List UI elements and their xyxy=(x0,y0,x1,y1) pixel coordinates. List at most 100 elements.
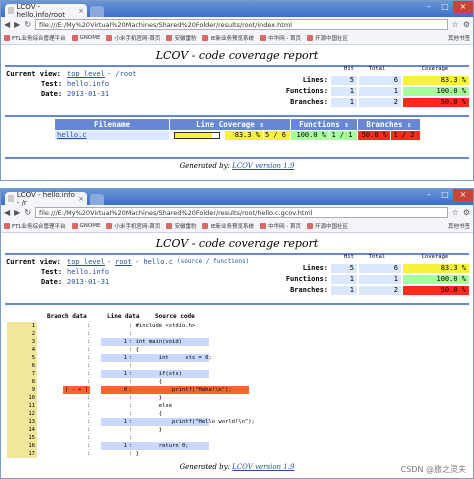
branches-hit: 1 xyxy=(331,286,357,295)
star-icon[interactable]: ☆ xyxy=(452,20,459,29)
tab-title: LCOV - hello.info/root xyxy=(16,2,66,19)
branch-separator: : xyxy=(87,347,91,353)
reload-icon[interactable]: ↻ xyxy=(24,20,31,29)
col-coverage: Coverage xyxy=(421,66,449,72)
new-tab-button[interactable] xyxy=(90,194,104,205)
branches-total: 2 xyxy=(359,286,401,295)
branches-header[interactable]: Branches ⇕ xyxy=(358,119,420,130)
lines-label: Lines: xyxy=(302,76,328,84)
lcov-version-link[interactable]: LCOV version 1.9 xyxy=(232,162,294,170)
close-tab-icon[interactable]: × xyxy=(78,195,84,203)
lcov-version-link[interactable]: LCOV version 1.9 xyxy=(232,463,294,471)
file-link[interactable]: hello.c xyxy=(55,131,169,140)
browser-tab[interactable]: LCOV - hello.info/root × xyxy=(5,2,87,19)
close-tab-icon[interactable]: × xyxy=(78,7,84,15)
line-hit-count xyxy=(101,394,129,402)
browser-window-index: LCOV - hello.info/root × – □ × ◀ ▶ ↻ file:///… xyxy=(0,0,474,181)
coverage-bar-fill xyxy=(175,133,212,138)
address-bar[interactable]: file:///E:/My%20Virtual%20Machines/Share… xyxy=(35,207,448,218)
source-line: : xyxy=(129,331,133,337)
minimize-icon[interactable]: – xyxy=(421,1,437,13)
other-bookmarks[interactable]: 其他书签 xyxy=(448,222,470,230)
col-total: Total xyxy=(368,254,386,260)
root-link[interactable]: root xyxy=(115,258,132,266)
bookmark-item[interactable]: 安徽雷豹 xyxy=(166,34,196,42)
forward-icon[interactable]: ▶ xyxy=(14,20,20,29)
bookmark-item[interactable]: 开源中国社区 xyxy=(307,34,348,42)
line-hit-count xyxy=(101,434,129,442)
close-window-icon[interactable]: × xyxy=(453,189,473,201)
new-tab-button[interactable] xyxy=(90,6,104,17)
reload-icon[interactable]: ↻ xyxy=(24,208,31,217)
lines-total: 6 xyxy=(359,76,401,85)
bookmark-item[interactable]: FTL业务综合管理平台 xyxy=(4,222,66,230)
bookmark-item[interactable]: 小米手机官网-首页 xyxy=(106,222,160,230)
close-window-icon[interactable]: × xyxy=(453,1,473,13)
date-value: 2013-01-31 xyxy=(67,90,110,98)
minimize-icon[interactable]: – xyxy=(421,189,437,201)
wrench-icon[interactable]: ⚙ xyxy=(463,20,470,29)
bookmark-item[interactable]: 中华网 - 首页 xyxy=(260,222,301,230)
title-bar: LCOV - hello.info/root × – □ × xyxy=(1,1,473,19)
test-label: Test: xyxy=(41,268,63,276)
branch-separator: : xyxy=(87,363,91,369)
bookmark-item[interactable]: 小米手机官网-首页 xyxy=(106,34,160,42)
browser-tab[interactable]: LCOV - hello.info - /r × xyxy=(5,191,87,207)
line-hit-count: 0 xyxy=(101,386,129,394)
func-pct: 100.0 % xyxy=(291,131,329,140)
source-functions-link[interactable]: (source / functions) xyxy=(177,258,249,265)
source-line: : { xyxy=(129,379,163,385)
branch-data-header: Branch data xyxy=(47,313,87,320)
page-content: LCOV - code coverage report Current view… xyxy=(1,233,473,478)
other-bookmarks[interactable]: 其他书签 xyxy=(448,34,470,42)
functions-header[interactable]: Functions ⇕ xyxy=(291,119,357,130)
source-line: : } xyxy=(129,427,163,433)
col-coverage: Coverage xyxy=(421,254,449,260)
branches-total: 2 xyxy=(359,98,401,107)
source-line: : int sts = 0; xyxy=(129,354,212,362)
branch-separator: : xyxy=(87,443,91,449)
line-number: 6 xyxy=(7,362,37,370)
line-hit-count: 1 xyxy=(101,442,129,450)
branch-pct: 50.0 % xyxy=(358,131,390,140)
line-number: 10 xyxy=(7,394,37,402)
bookmark-item[interactable]: 开源中国社区 xyxy=(307,222,348,230)
lines-hit: 5 xyxy=(331,76,357,85)
title-bar: LCOV - hello.info - /r × – □ × xyxy=(1,189,473,207)
date-label: Date: xyxy=(41,90,63,98)
filename-header[interactable]: Filename xyxy=(55,119,169,130)
browser-window-source: LCOV - hello.info - /r × – □ × ◀ ▶ ↻ file:///… xyxy=(0,188,474,479)
bookmarks-bar: FTL业务综合管理平台 GNOME 小米手机官网-首页 安徽雷豹 IE新业务预览… xyxy=(1,220,473,233)
maximize-icon[interactable]: □ xyxy=(437,1,453,13)
line-number: 13 xyxy=(7,418,37,426)
bookmark-item[interactable]: FTL业务综合管理平台 xyxy=(4,34,66,42)
source-listing: Branch data Line data Source code 1:: #i… xyxy=(1,313,473,459)
lines-coverage: 83.3 % xyxy=(403,264,469,273)
wrench-icon[interactable]: ⚙ xyxy=(463,208,470,217)
lines-coverage: 83.3 % xyxy=(403,76,469,85)
branch-separator: : xyxy=(87,323,91,329)
bookmark-item[interactable]: IE新业务预览系统 xyxy=(202,222,254,230)
maximize-icon[interactable]: □ xyxy=(437,189,453,201)
top-level-link[interactable]: top level xyxy=(67,70,105,78)
bookmark-item[interactable]: GNOME xyxy=(71,35,100,41)
branch-separator: : xyxy=(87,411,91,417)
forward-icon[interactable]: ▶ xyxy=(14,208,20,217)
back-icon[interactable]: ◀ xyxy=(4,20,10,29)
line-number: 16 xyxy=(7,442,37,450)
star-icon[interactable]: ☆ xyxy=(452,208,459,217)
page-content: LCOV - code coverage report Current view… xyxy=(1,45,473,180)
lines-label: Lines: xyxy=(302,264,328,272)
line-coverage-header[interactable]: Line Coverage ⇕ xyxy=(170,119,290,130)
test-value: hello.info xyxy=(67,80,110,88)
functions-coverage: 100.0 % xyxy=(403,275,469,284)
address-bar[interactable]: file:///E:/My%20Virtual%20Machines/Share… xyxy=(35,19,448,30)
source-line: : return 0; xyxy=(129,442,209,450)
bookmark-item[interactable]: 安徽雷豹 xyxy=(166,222,196,230)
bookmark-item[interactable]: GNOME xyxy=(71,223,100,229)
file-table: Filename Line Coverage ⇕ Functions ⇕ Bra… xyxy=(1,119,473,149)
back-icon[interactable]: ◀ xyxy=(4,208,10,217)
bookmark-item[interactable]: IE新业务预览系统 xyxy=(202,34,254,42)
top-level-link[interactable]: top level xyxy=(67,258,105,266)
bookmark-item[interactable]: 中华网 - 首页 xyxy=(260,34,301,42)
